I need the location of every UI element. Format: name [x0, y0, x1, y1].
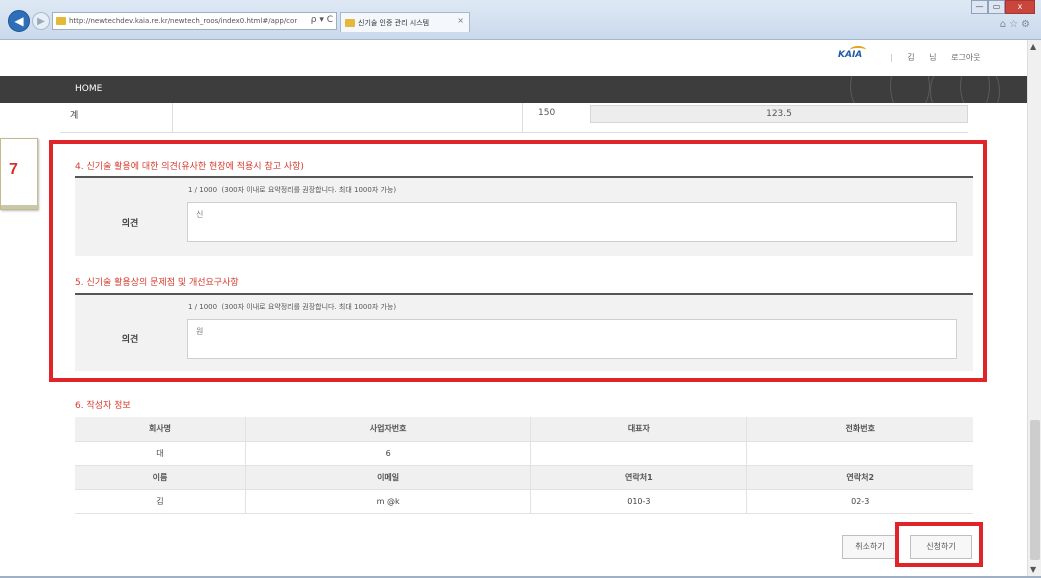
summary-row: 계 150 123.5: [60, 103, 968, 133]
column-divider: [172, 103, 173, 133]
summary-label: 계: [70, 111, 79, 121]
page-scrollbar[interactable]: ▲ ▼: [1027, 40, 1041, 578]
maximize-button[interactable]: ▭: [988, 0, 1005, 14]
header-business-number: 사업자번호: [244, 417, 531, 442]
tab-page-icon: [345, 18, 355, 27]
user-area: | 김 님 로그아웃: [890, 52, 993, 63]
navbar-decoration: [830, 76, 1027, 103]
home-link[interactable]: HOME: [75, 84, 102, 94]
tab-close-icon[interactable]: ×: [457, 16, 464, 25]
table-row: 대 6: [75, 441, 973, 466]
address-bar[interactable]: http://newtechdev.kaia.re.kr/newtech_roo…: [52, 12, 337, 30]
cell-name: 김: [75, 489, 246, 514]
table-header-row: 이름 이메일 연락처1 연락처2: [75, 465, 973, 490]
forward-arrow-icon[interactable]: ▶: [32, 12, 50, 30]
cell-representative: [530, 441, 747, 466]
page-icon: [56, 17, 66, 25]
header-phone: 전화번호: [746, 417, 973, 442]
table-header-row: 회사명 사업자번호 대표자 전화번호: [75, 417, 973, 442]
back-arrow-icon[interactable]: ◀: [8, 10, 30, 32]
kaia-logo[interactable]: KAIA: [838, 50, 862, 60]
cell-email: m @k: [244, 489, 531, 514]
browser-titlebar: ◀ ▶ http://newtechdev.kaia.re.kr/newtech…: [0, 0, 1041, 40]
cancel-button[interactable]: 취소하기: [842, 535, 898, 559]
site-header: KAIA | 김 님 로그아웃: [0, 40, 1027, 76]
tab-title: 신기술 인증 관리 시스템: [358, 18, 430, 27]
scroll-up-icon[interactable]: ▲: [1030, 42, 1036, 51]
search-refresh-icon[interactable]: ρ ▾ C: [311, 15, 333, 25]
header-email: 이메일: [244, 465, 531, 490]
header-company: 회사명: [75, 417, 246, 442]
author-info-title: 6. 작성자 정보: [75, 401, 131, 411]
user-suffix: 님: [929, 53, 937, 62]
user-name: 김: [907, 53, 915, 62]
home-star-gear-icons[interactable]: ⌂☆⚙: [1000, 19, 1033, 30]
header-contact2: 연락처2: [746, 465, 973, 490]
scroll-down-icon[interactable]: ▼: [1030, 565, 1036, 574]
summary-value-2: 123.5: [590, 105, 968, 123]
highlight-box-opinions: [49, 140, 987, 382]
header-contact1: 연락처1: [530, 465, 747, 490]
cell-contact2: 02-3: [746, 489, 973, 514]
column-divider: [522, 103, 523, 133]
header-representative: 대표자: [530, 417, 747, 442]
table-row: 김 m @k 010-3 02-3: [75, 489, 973, 514]
separator: |: [890, 53, 893, 62]
highlight-box-submit: [895, 522, 983, 567]
author-info-table: 회사명 사업자번호 대표자 전화번호 대 6 이름 이메일 연락처1 연락처2 …: [75, 417, 973, 514]
scroll-thumb[interactable]: [1030, 420, 1040, 560]
close-window-button[interactable]: x: [1005, 0, 1035, 14]
main-navbar: HOME: [0, 76, 1027, 103]
minimize-button[interactable]: —: [971, 0, 988, 14]
cell-phone: [746, 441, 973, 466]
cell-company: 대: [75, 441, 246, 466]
browser-tab[interactable]: 신기술 인증 관리 시스템 ×: [340, 12, 470, 32]
step-number: 7: [9, 161, 18, 178]
window-controls: — ▭ x: [971, 0, 1035, 14]
summary-value-1: 150: [538, 108, 556, 118]
cell-contact1: 010-3: [530, 489, 747, 514]
url-text[interactable]: http://newtechdev.kaia.re.kr/newtech_roo…: [69, 17, 297, 25]
cell-business-number: 6: [244, 441, 531, 466]
header-name: 이름: [75, 465, 246, 490]
logout-link[interactable]: 로그아웃: [951, 53, 980, 62]
step-marker: 7: [0, 138, 39, 210]
